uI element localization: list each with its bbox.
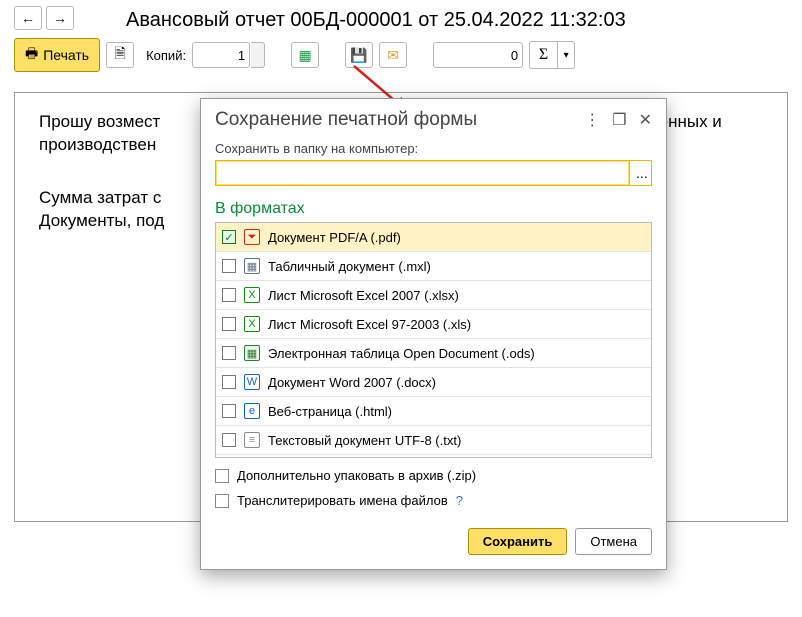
- pdf-file-icon: ⏷: [244, 229, 260, 245]
- doc-text: Прошу возмест: [39, 112, 160, 131]
- format-label: Текстовый документ UTF-8 (.txt): [268, 433, 461, 448]
- format-row[interactable]: X Лист Microsoft Excel 2007 (.xlsx): [216, 281, 651, 310]
- sigma-icon: Σ: [530, 42, 558, 68]
- cancel-button[interactable]: Отмена: [575, 528, 652, 555]
- format-checkbox[interactable]: [222, 259, 236, 273]
- format-checkbox[interactable]: [222, 433, 236, 447]
- sigma-dropdown[interactable]: ▾: [558, 42, 574, 68]
- format-row[interactable]: ▦ Табличный документ (.mxl): [216, 252, 651, 281]
- print-button[interactable]: 🖶 Печать: [14, 38, 100, 72]
- save-button[interactable]: Сохранить: [468, 528, 568, 555]
- zip-checkbox[interactable]: [215, 469, 229, 483]
- table-gear-icon: ▦: [298, 47, 311, 64]
- format-checkbox[interactable]: [222, 346, 236, 360]
- txt-file-icon: ≡: [244, 432, 260, 448]
- format-checkbox[interactable]: ✓: [222, 230, 236, 244]
- kebab-icon[interactable]: ⋮: [584, 110, 600, 130]
- zip-label: Дополнительно упаковать в архив (.zip): [237, 468, 476, 483]
- close-icon[interactable]: ✕: [639, 110, 652, 130]
- format-checkbox[interactable]: [222, 404, 236, 418]
- page-magnifier-icon: 🗎: [114, 43, 125, 67]
- doc-file-icon: W: [244, 374, 260, 390]
- format-label: Документ Word 2007 (.docx): [268, 375, 436, 390]
- copies-label: Копий:: [146, 48, 186, 63]
- window-restore-icon[interactable]: ❐: [612, 110, 626, 130]
- format-row[interactable]: ▦ Электронная таблица Open Document (.ods…: [216, 339, 651, 368]
- forward-button[interactable]: →: [46, 6, 74, 30]
- save-dialog: Сохранение печатной формы ⋮ ❐ ✕ Сохранит…: [200, 98, 667, 570]
- sum-button[interactable]: Σ ▾: [529, 41, 575, 69]
- folder-label: Сохранить в папку на компьютер:: [215, 141, 652, 156]
- format-row[interactable]: ≡Текстовый документ ANSI (.txt): [216, 455, 651, 458]
- translit-checkbox[interactable]: [215, 494, 229, 508]
- translit-label: Транслитерировать имена файлов: [237, 493, 448, 508]
- copies-input[interactable]: [192, 42, 250, 68]
- format-checkbox[interactable]: [222, 288, 236, 302]
- mxl-file-icon: ▦: [244, 258, 260, 274]
- format-row[interactable]: X Лист Microsoft Excel 97-2003 (.xls): [216, 310, 651, 339]
- help-icon[interactable]: ?: [456, 493, 463, 508]
- html-file-icon: e: [244, 403, 260, 419]
- format-checkbox[interactable]: [222, 375, 236, 389]
- formats-heading: В форматах: [215, 200, 652, 218]
- mail-button[interactable]: ✉: [379, 42, 407, 68]
- doc-text: Сумма затрат с: [39, 188, 161, 207]
- table-settings-button[interactable]: ▦: [291, 42, 319, 68]
- formats-list[interactable]: ✓ ⏷ Документ PDF/A (.pdf) ▦ Табличный докуме…: [215, 222, 652, 458]
- xls-file-icon: X: [244, 287, 260, 303]
- format-label: Табличный документ (.mxl): [268, 259, 431, 274]
- xls-file-icon: X: [244, 316, 260, 332]
- copies-spinner[interactable]: [251, 42, 265, 68]
- floppy-icon: 💾: [350, 47, 367, 64]
- folder-input[interactable]: [215, 160, 630, 186]
- format-row[interactable]: ≡ Текстовый документ UTF-8 (.txt): [216, 426, 651, 455]
- browse-button[interactable]: ...: [630, 160, 652, 186]
- format-label: Электронная таблица Open Document (.ods): [268, 346, 535, 361]
- format-row[interactable]: W Документ Word 2007 (.docx): [216, 368, 651, 397]
- format-label: Лист Microsoft Excel 2007 (.xlsx): [268, 288, 459, 303]
- format-checkbox[interactable]: [222, 317, 236, 331]
- back-button[interactable]: ←: [14, 6, 42, 30]
- preview-button[interactable]: 🗎: [106, 42, 134, 68]
- printer-icon: 🖶: [25, 43, 38, 67]
- save-toolbar-button[interactable]: 💾: [345, 42, 373, 68]
- format-label: Лист Microsoft Excel 97-2003 (.xls): [268, 317, 471, 332]
- format-label: Документ PDF/A (.pdf): [268, 230, 401, 245]
- format-label: Веб-страница (.html): [268, 404, 392, 419]
- ods-file-icon: ▦: [244, 345, 260, 361]
- format-row[interactable]: e Веб-страница (.html): [216, 397, 651, 426]
- envelope-icon: ✉: [387, 47, 399, 64]
- print-label: Печать: [43, 47, 89, 63]
- doc-text: Документы, под: [39, 211, 164, 230]
- page-title: Авансовый отчет 00БД-000001 от 25.04.202…: [126, 9, 626, 32]
- format-row[interactable]: ✓ ⏷ Документ PDF/A (.pdf): [216, 223, 651, 252]
- dialog-title: Сохранение печатной формы: [215, 109, 477, 131]
- secondary-input[interactable]: [433, 42, 523, 68]
